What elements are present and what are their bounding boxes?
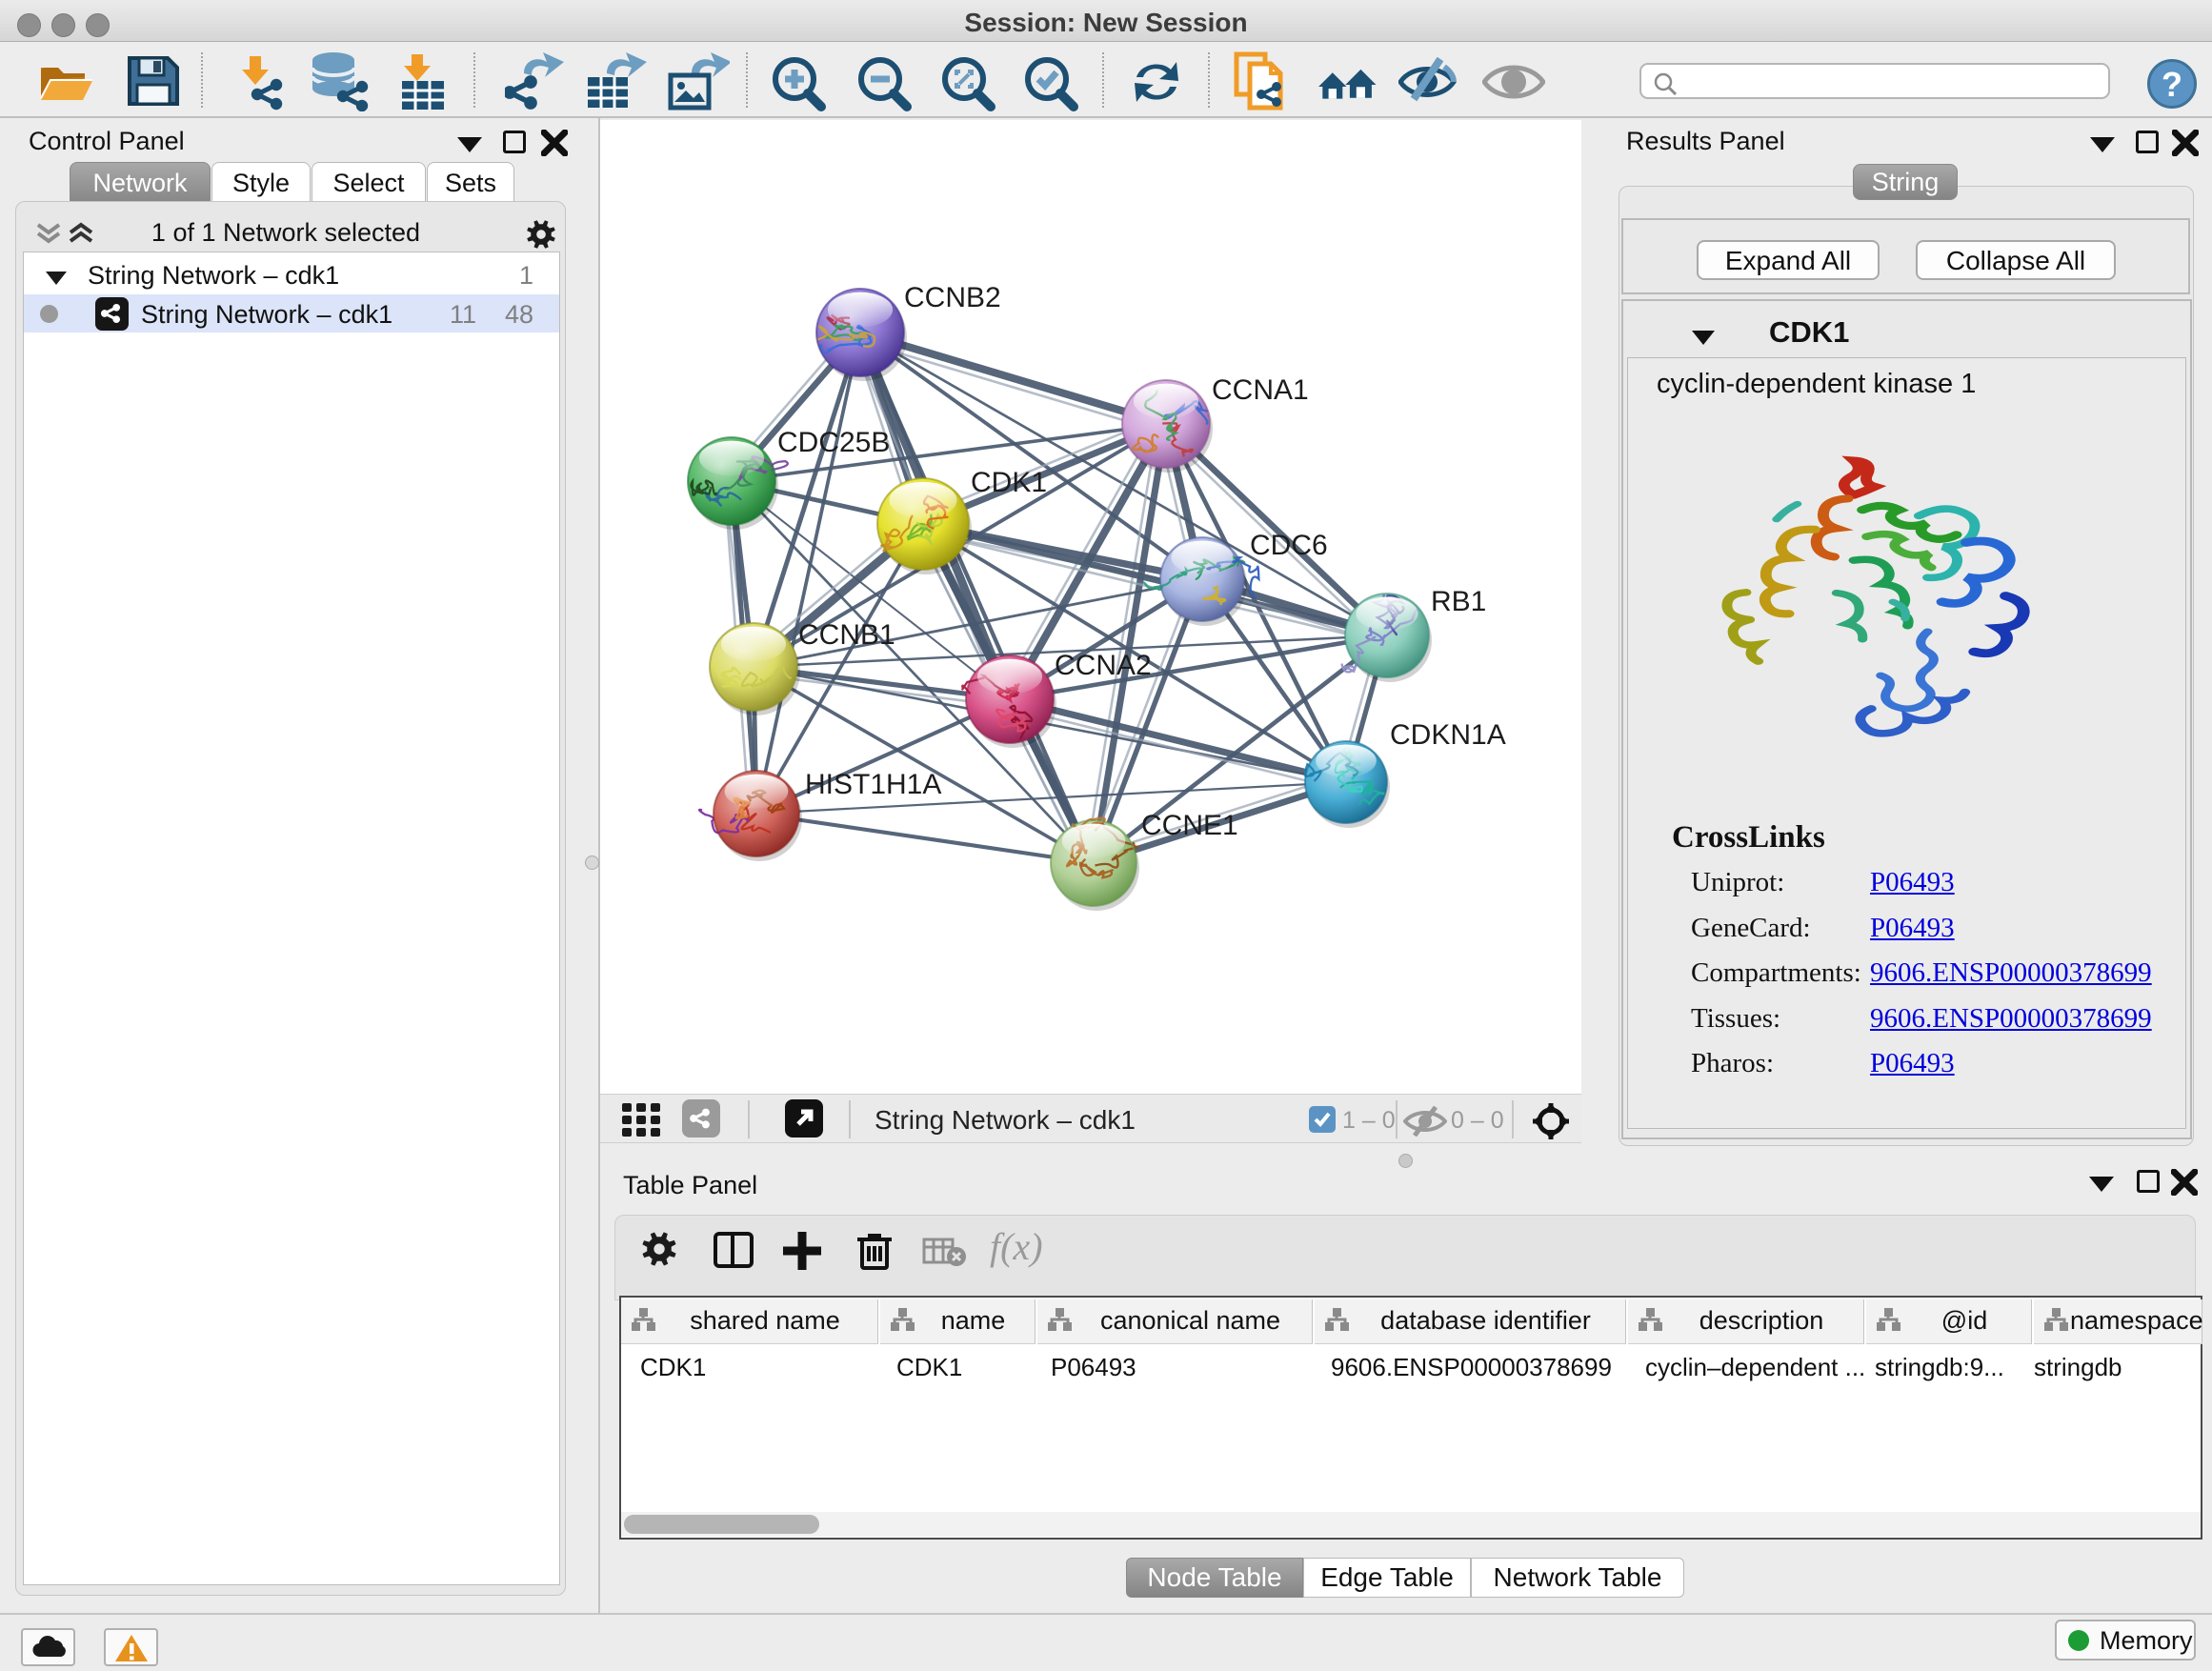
svg-text:CCNA2: CCNA2 xyxy=(1055,650,1152,681)
svg-text:RB1: RB1 xyxy=(1431,586,1486,617)
svg-text:CDC6: CDC6 xyxy=(1250,530,1328,561)
svg-text:CCNB1: CCNB1 xyxy=(798,619,895,651)
svg-text:CCNE1: CCNE1 xyxy=(1141,810,1238,841)
svg-text:CDC25B: CDC25B xyxy=(777,427,890,458)
svg-text:CDKN1A: CDKN1A xyxy=(1390,719,1506,751)
svg-text:CDK1: CDK1 xyxy=(971,467,1047,498)
svg-text:CCNA1: CCNA1 xyxy=(1212,374,1309,406)
svg-text:CCNB2: CCNB2 xyxy=(904,282,1001,313)
svg-text:HIST1H1A: HIST1H1A xyxy=(805,769,941,800)
